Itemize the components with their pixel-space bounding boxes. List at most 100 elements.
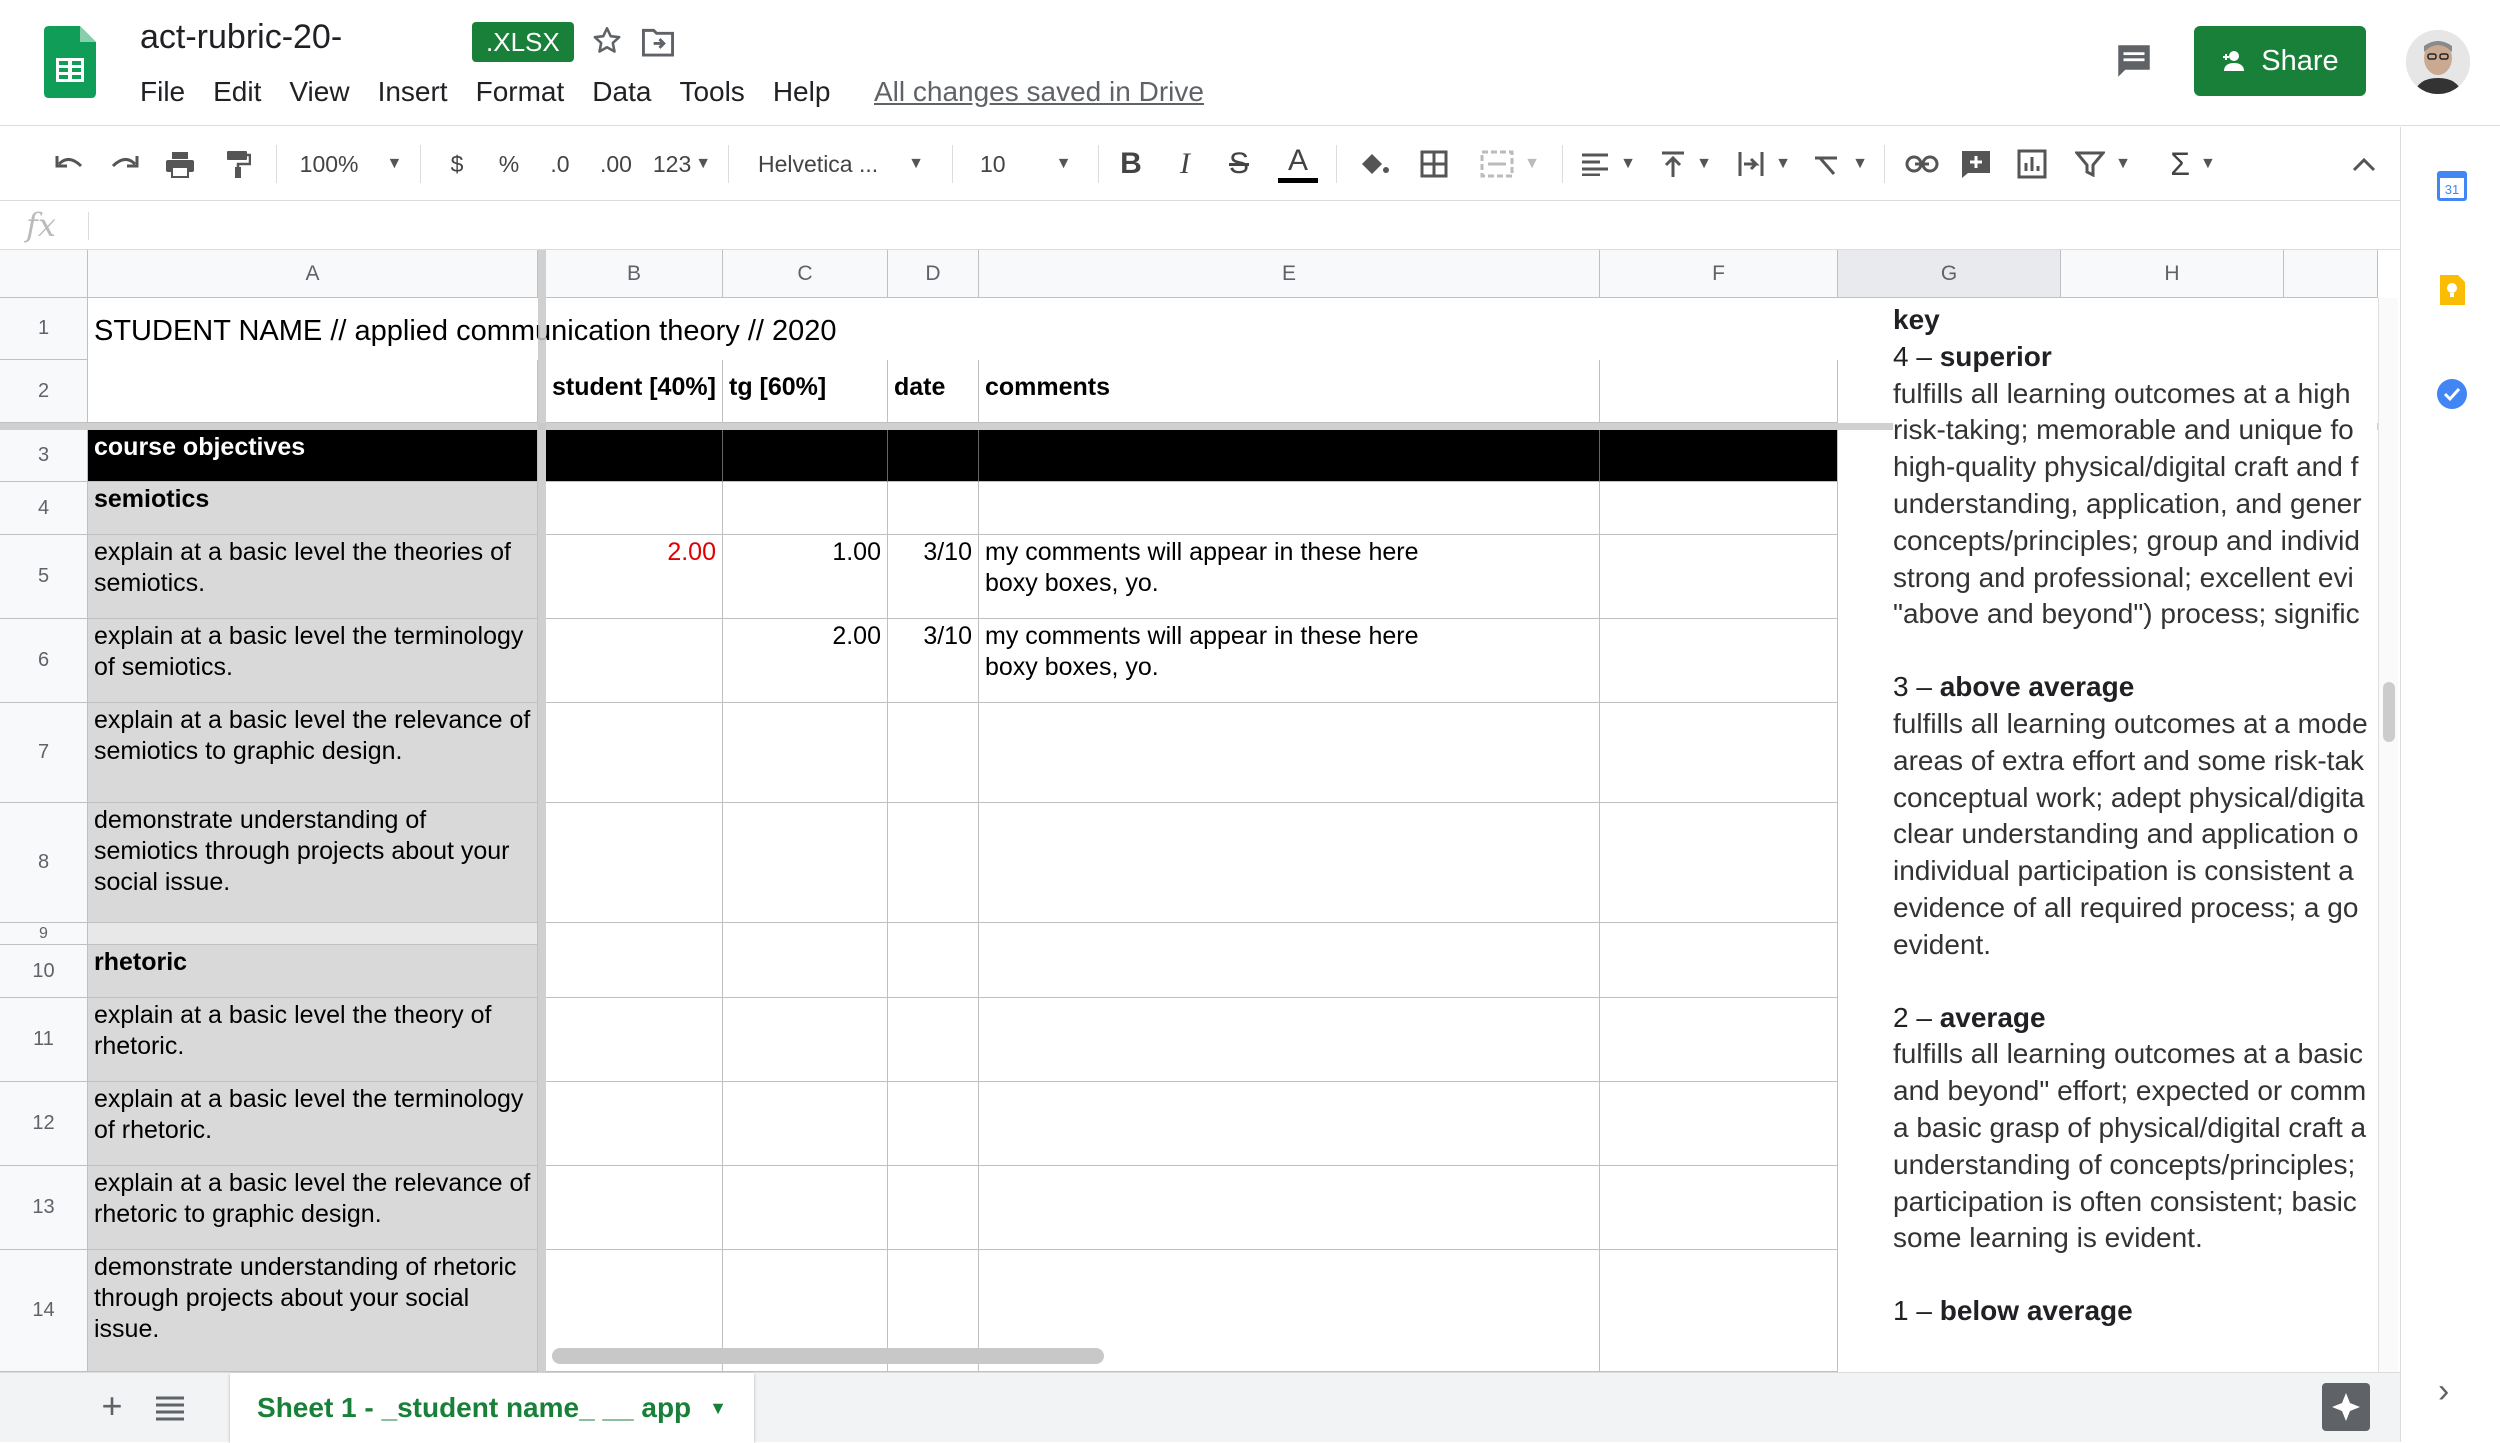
functions-icon[interactable]: Σ ▼ (2158, 127, 2228, 201)
column-header-f[interactable]: F (1600, 250, 1838, 298)
cell-e13[interactable] (979, 1166, 1600, 1250)
row-header-11[interactable]: 11 (0, 998, 88, 1082)
cell-c6[interactable]: 2.00 (723, 619, 888, 703)
cell-b6[interactable] (546, 619, 723, 703)
column-header-e[interactable]: E (979, 250, 1600, 298)
column-header-blank[interactable] (2284, 250, 2378, 298)
explore-icon[interactable] (2322, 1383, 2370, 1431)
vertical-scroll-thumb[interactable] (2383, 682, 2395, 742)
row-header-8[interactable]: 8 (0, 803, 88, 923)
avatar[interactable] (2406, 30, 2470, 94)
move-to-folder-icon[interactable] (640, 26, 676, 58)
menu-format[interactable]: Format (476, 74, 579, 110)
redo-icon[interactable] (104, 127, 144, 201)
cell-e12[interactable] (979, 1082, 1600, 1166)
cell-b3[interactable] (546, 430, 723, 482)
cell-f9[interactable] (1600, 923, 1838, 945)
rubric-key-panel[interactable]: key 4 – superior fulfills all learning o… (1893, 302, 2377, 1372)
row-header-7[interactable]: 7 (0, 703, 88, 803)
select-all-corner[interactable] (0, 250, 88, 298)
link-icon[interactable] (1902, 127, 1942, 201)
cell-a13[interactable]: explain at a basic level the relevance o… (88, 1166, 538, 1250)
menu-tools[interactable]: Tools (679, 74, 758, 110)
cell-a8[interactable]: demonstrate understanding of semiotics t… (88, 803, 538, 923)
keep-icon[interactable] (2435, 273, 2469, 307)
cell-d7[interactable] (888, 703, 979, 803)
cell-c2[interactable]: tg [60%] (723, 360, 888, 423)
cell-b12[interactable] (546, 1082, 723, 1166)
cell-c13[interactable] (723, 1166, 888, 1250)
cell-c7[interactable] (723, 703, 888, 803)
cell-b4[interactable] (546, 482, 723, 535)
cell-d12[interactable] (888, 1082, 979, 1166)
cell-e3[interactable] (979, 430, 1600, 482)
merge-cells-icon[interactable]: ▼ (1470, 127, 1550, 201)
cell-f3[interactable] (1600, 430, 1838, 482)
cell-d13[interactable] (888, 1166, 979, 1250)
cell-c11[interactable] (723, 998, 888, 1082)
cell-a1[interactable]: STUDENT NAME // applied communication th… (88, 298, 1088, 360)
save-status-link[interactable]: All changes saved in Drive (874, 76, 1204, 108)
row-header-2[interactable]: 2 (0, 360, 88, 423)
row-header-14[interactable]: 14 (0, 1250, 88, 1372)
cell-e8[interactable] (979, 803, 1600, 923)
cell-f5[interactable] (1600, 535, 1838, 619)
cell-b11[interactable] (546, 998, 723, 1082)
cell-e2[interactable]: comments (979, 360, 1600, 423)
cell-e9[interactable] (979, 923, 1600, 945)
cell-c9[interactable] (723, 923, 888, 945)
cell-a3[interactable]: course objectives (88, 430, 538, 482)
wrap-icon[interactable]: ▼ (1734, 127, 1794, 201)
print-icon[interactable] (160, 127, 200, 201)
menu-view[interactable]: View (289, 74, 363, 110)
row-header-9[interactable]: 9 (0, 923, 88, 945)
cell-e7[interactable] (979, 703, 1600, 803)
strikethrough-icon[interactable]: S (1222, 127, 1256, 201)
sheet-tab[interactable]: Sheet 1 - _student name_ __ app ▼ (230, 1373, 754, 1443)
borders-icon[interactable] (1414, 127, 1454, 201)
menu-file[interactable]: File (140, 74, 199, 110)
sheets-logo-icon[interactable] (44, 26, 96, 98)
menu-insert[interactable]: Insert (378, 74, 462, 110)
cell-a12[interactable]: explain at a basic level the terminology… (88, 1082, 538, 1166)
column-header-a[interactable]: A (88, 250, 538, 298)
cell-a4[interactable]: semiotics (88, 482, 538, 535)
cell-a10[interactable]: rhetoric (88, 945, 538, 998)
row-header-3[interactable]: 3 (0, 430, 88, 482)
cell-b9[interactable] (546, 923, 723, 945)
insert-comment-icon[interactable] (1956, 127, 1996, 201)
cell-b2[interactable]: student [40%] (546, 360, 723, 423)
cell-f11[interactable] (1600, 998, 1838, 1082)
spreadsheet-grid[interactable]: A B C D E F G H 1 2 3 4 5 6 7 8 9 10 11 … (0, 250, 2398, 1372)
menu-edit[interactable]: Edit (213, 74, 275, 110)
bold-icon[interactable]: B (1114, 127, 1148, 201)
cell-d6[interactable]: 3/10 (888, 619, 979, 703)
row-header-13[interactable]: 13 (0, 1166, 88, 1250)
cell-b5[interactable]: 2.00 (546, 535, 723, 619)
add-sheet-icon[interactable]: + (92, 1387, 132, 1427)
cell-b7[interactable] (546, 703, 723, 803)
cell-d11[interactable] (888, 998, 979, 1082)
cell-a9[interactable] (88, 923, 538, 945)
cell-f7[interactable] (1600, 703, 1838, 803)
cell-d5[interactable]: 3/10 (888, 535, 979, 619)
valign-icon[interactable]: ▼ (1656, 127, 1716, 201)
star-icon[interactable] (590, 24, 624, 58)
undo-icon[interactable] (50, 127, 90, 201)
row-header-10[interactable]: 10 (0, 945, 88, 998)
cell-e10[interactable] (979, 945, 1600, 998)
rotate-icon[interactable]: ▼ (1810, 127, 1870, 201)
row-header-4[interactable]: 4 (0, 482, 88, 535)
chevron-down-icon[interactable]: ▼ (709, 1398, 727, 1419)
all-sheets-icon[interactable] (152, 1393, 188, 1423)
cell-b13[interactable] (546, 1166, 723, 1250)
zoom-select[interactable]: 100% ▼ (296, 127, 406, 201)
menu-data[interactable]: Data (592, 74, 665, 110)
cell-c8[interactable] (723, 803, 888, 923)
cell-f4[interactable] (1600, 482, 1838, 535)
cell-c3[interactable] (723, 430, 888, 482)
cell-a6[interactable]: explain at a basic level the terminology… (88, 619, 538, 703)
cell-c10[interactable] (723, 945, 888, 998)
formula-bar[interactable]: fx (0, 202, 2400, 250)
chevron-right-icon[interactable]: › (2438, 1372, 2449, 1411)
